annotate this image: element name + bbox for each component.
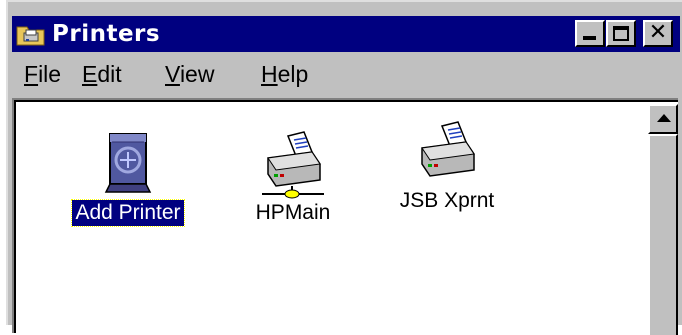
printer-list-view[interactable]: Add Printer HPMain JSB Xprnt	[12, 98, 678, 335]
hpmain-label: HPMain	[255, 201, 331, 224]
maximize-button[interactable]	[606, 20, 636, 47]
hpmain-printer-item[interactable]: HPMain	[238, 130, 348, 226]
menu-help[interactable]: Help	[261, 60, 308, 88]
scroll-up-button[interactable]	[648, 104, 678, 134]
title-bar[interactable]: Printers ✕	[12, 16, 680, 52]
scroll-thumb[interactable]	[648, 134, 678, 335]
close-button[interactable]: ✕	[643, 20, 673, 47]
menu-view[interactable]: View	[165, 60, 214, 88]
arrow-up-icon	[657, 114, 671, 122]
printers-folder-icon	[16, 21, 46, 47]
minimize-button[interactable]	[575, 20, 605, 47]
menu-file[interactable]: File	[24, 60, 61, 88]
network-printer-icon	[262, 131, 324, 199]
vertical-scrollbar[interactable]	[648, 104, 678, 335]
printers-window: Printers ✕ File Edit View Help Add Print…	[6, 0, 682, 335]
add-printer-item[interactable]: Add Printer	[48, 130, 208, 227]
menu-edit[interactable]: Edit	[82, 60, 122, 88]
printer-icon	[421, 121, 475, 177]
minimize-icon	[583, 36, 596, 40]
jsb-xprnt-label: JSB Xprnt	[399, 189, 495, 212]
maximize-icon	[613, 26, 629, 41]
close-icon: ✕	[648, 20, 668, 45]
menu-bar: File Edit View Help	[12, 56, 680, 92]
add-printer-label: Add Printer	[71, 199, 185, 227]
add-printer-icon	[104, 133, 152, 193]
jsb-xprnt-printer-item[interactable]: JSB Xprnt	[372, 118, 522, 214]
window-title: Printers	[52, 21, 161, 47]
